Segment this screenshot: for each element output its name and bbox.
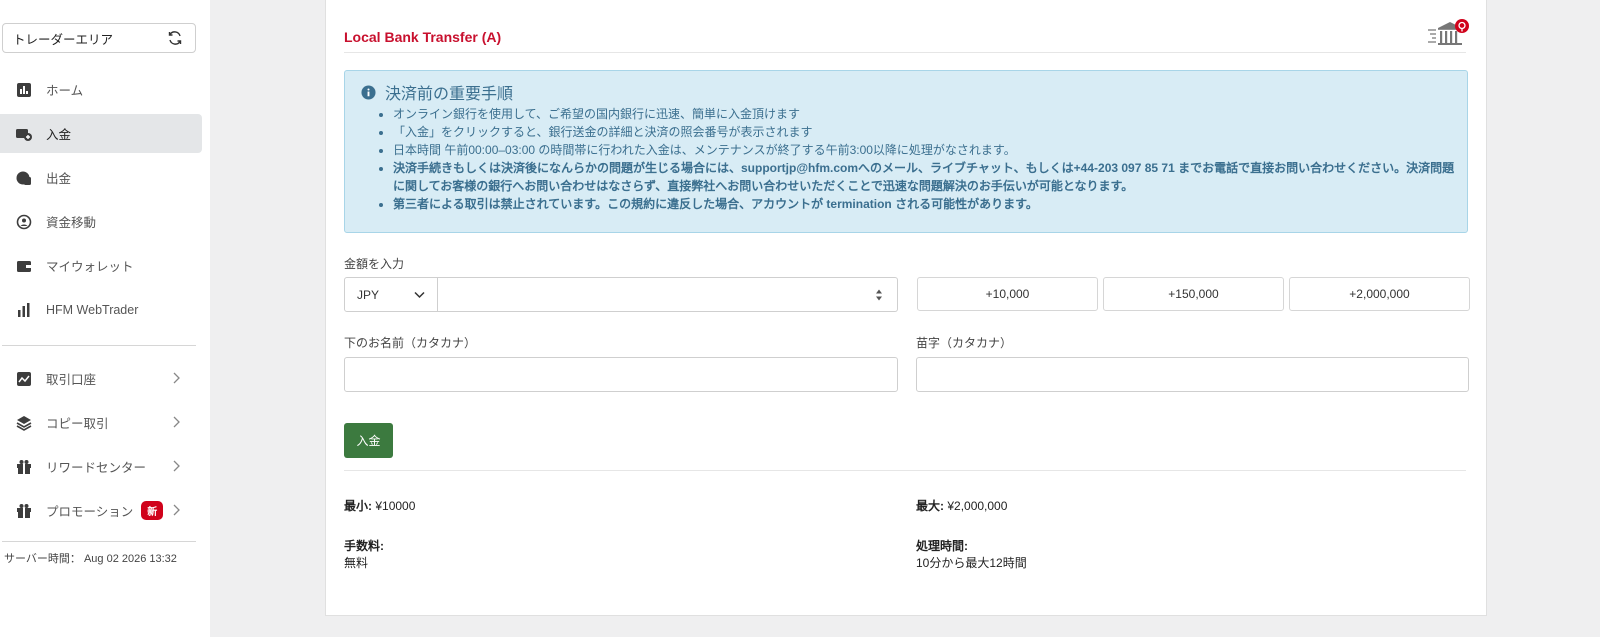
chevron-right-icon: [172, 504, 180, 516]
sidebar-item-webtrader[interactable]: HFM WebTrader: [0, 290, 202, 329]
currency-value: JPY: [357, 287, 380, 302]
quick-amount-button[interactable]: +2,000,000: [1289, 277, 1470, 311]
notice-item: オンライン銀行を使用して、ご希望の国内銀行に迅速、簡単に入金頂けます: [393, 105, 1463, 123]
gift-icon: [16, 459, 32, 475]
amount-label: 金額を入力: [344, 257, 405, 271]
important-notice: 決済前の重要手順 オンライン銀行を使用して、ご希望の国内銀行に迅速、簡単に入金頂…: [344, 70, 1468, 233]
sidebar-item-reward-center[interactable]: リワードセンター: [0, 447, 202, 486]
sidebar-item-withdraw[interactable]: 出金: [0, 158, 202, 197]
notice-item: 「入金」をクリックすると、銀行送金の詳細と決済の照会番号が表示されます: [393, 123, 1463, 141]
currency-select[interactable]: JPY: [344, 277, 438, 312]
refresh-icon[interactable]: [167, 30, 183, 46]
last-name-label: 苗字（カタカナ）: [916, 336, 1013, 350]
notice-list: オンライン銀行を使用して、ご希望の国内銀行に迅速、簡単に入金頂けます 「入金」を…: [393, 105, 1463, 213]
chevron-down-icon: [414, 291, 425, 298]
amount-input[interactable]: [438, 277, 898, 312]
chart-area-icon: [16, 371, 32, 387]
page-title: Local Bank Transfer (A): [344, 29, 502, 45]
gift-icon: [16, 503, 32, 519]
trader-area-label: トレーダーエリア: [13, 32, 114, 47]
notice-item: 決済手続きもしくは決済後になんらかの問題が生じる場合には、supportjp@h…: [393, 159, 1463, 195]
first-name-label: 下のお名前（カタカナ）: [344, 336, 477, 350]
sidebar-item-label: 入金: [46, 128, 72, 142]
processing-value: 10分から最大12時間: [916, 556, 1027, 570]
min-label: 最小:: [344, 499, 372, 513]
sidebar-item-wallet[interactable]: マイウォレット: [0, 246, 202, 285]
sidebar-item-deposit[interactable]: 入金: [0, 114, 202, 153]
notice-item: 第三者による取引は禁止されています。この規約に違反した場合、アカウントが ter…: [393, 195, 1463, 213]
wallet-icon: [16, 258, 32, 274]
last-name-field[interactable]: [916, 357, 1469, 392]
max-label: 最大:: [916, 499, 944, 513]
payment-card: Local Bank Transfer (A) 決済前の重要手順 オンライン銀行…: [325, 0, 1487, 616]
max-value: ¥2,000,000: [947, 499, 1008, 513]
fee-value: 無料: [344, 556, 369, 570]
bank-icon: [1428, 19, 1469, 45]
first-name-field[interactable]: [344, 357, 898, 392]
chart-bar-icon: [16, 82, 32, 98]
chevron-right-icon: [172, 372, 180, 384]
sidebar-item-promotion[interactable]: プロモーション 新: [0, 491, 202, 530]
sidebar-item-label: 取引口座: [46, 373, 97, 387]
trader-area-select[interactable]: トレーダーエリア: [2, 23, 196, 53]
notice-header: 決済前の重要手順: [361, 80, 513, 104]
withdraw-icon: [16, 170, 32, 186]
number-spinner-icon[interactable]: [875, 288, 883, 302]
transfer-icon: [16, 214, 32, 230]
processing-label: 処理時間:: [916, 539, 968, 553]
webtrader-icon: [16, 302, 32, 318]
max-amount: 最大: ¥2,000,000: [916, 497, 1007, 514]
sidebar-item-label: プロモーション: [46, 505, 134, 519]
sidebar-item-label: 資金移動: [46, 216, 97, 230]
sidebar-item-label: コピー取引: [46, 417, 109, 431]
main-nav: ホーム 入金 出金 資金移動 マイウォレット HFM WebTrader: [0, 70, 202, 334]
fee-info: 手数料: 無料: [344, 537, 384, 571]
min-value: ¥10000: [375, 499, 416, 513]
amount-group: JPY: [344, 277, 898, 312]
section-divider: [344, 470, 1466, 471]
processing-info: 処理時間: 10分から最大12時間: [916, 537, 1027, 571]
notice-item: 日本時間 午前00:00–03:00 の時間帯に行われた入金は、メンテナンスが終…: [393, 141, 1463, 159]
sidebar-divider: [2, 541, 196, 542]
sidebar-item-home[interactable]: ホーム: [0, 70, 202, 109]
deposit-icon: [16, 126, 32, 142]
sidebar-item-transfer[interactable]: 資金移動: [0, 202, 202, 241]
chevron-right-icon: [172, 416, 180, 428]
title-divider: [344, 52, 1466, 53]
secondary-nav: 取引口座 コピー取引 リワードセンター プロモーション 新: [0, 359, 202, 535]
notice-heading: 決済前の重要手順: [385, 86, 514, 103]
quick-amount-button[interactable]: +10,000: [917, 277, 1098, 311]
sidebar-item-label: リワードセンター: [46, 461, 147, 475]
quick-amount-button[interactable]: +150,000: [1103, 277, 1284, 311]
min-amount: 最小: ¥10000: [344, 497, 415, 514]
sidebar-item-label: HFM WebTrader: [46, 302, 139, 317]
sidebar-item-copy-trading[interactable]: コピー取引: [0, 403, 202, 442]
info-icon: [361, 84, 376, 100]
new-badge: 新: [141, 501, 164, 520]
deposit-button[interactable]: 入金: [344, 423, 393, 458]
chevron-right-icon: [172, 460, 180, 472]
sidebar: トレーダーエリア ホーム 入金 出金 資金移動 マイウォレット HFM WebT…: [0, 0, 210, 637]
fee-label: 手数料:: [344, 539, 384, 553]
layers-icon: [16, 415, 32, 431]
sidebar-item-trading-accounts[interactable]: 取引口座: [0, 359, 202, 398]
sidebar-item-label: 出金: [46, 172, 72, 186]
sidebar-divider: [2, 345, 196, 346]
sidebar-item-label: マイウォレット: [46, 260, 134, 274]
server-time: サーバー時間： Aug 02 2026 13:32: [4, 553, 177, 565]
sidebar-item-label: ホーム: [46, 84, 84, 98]
